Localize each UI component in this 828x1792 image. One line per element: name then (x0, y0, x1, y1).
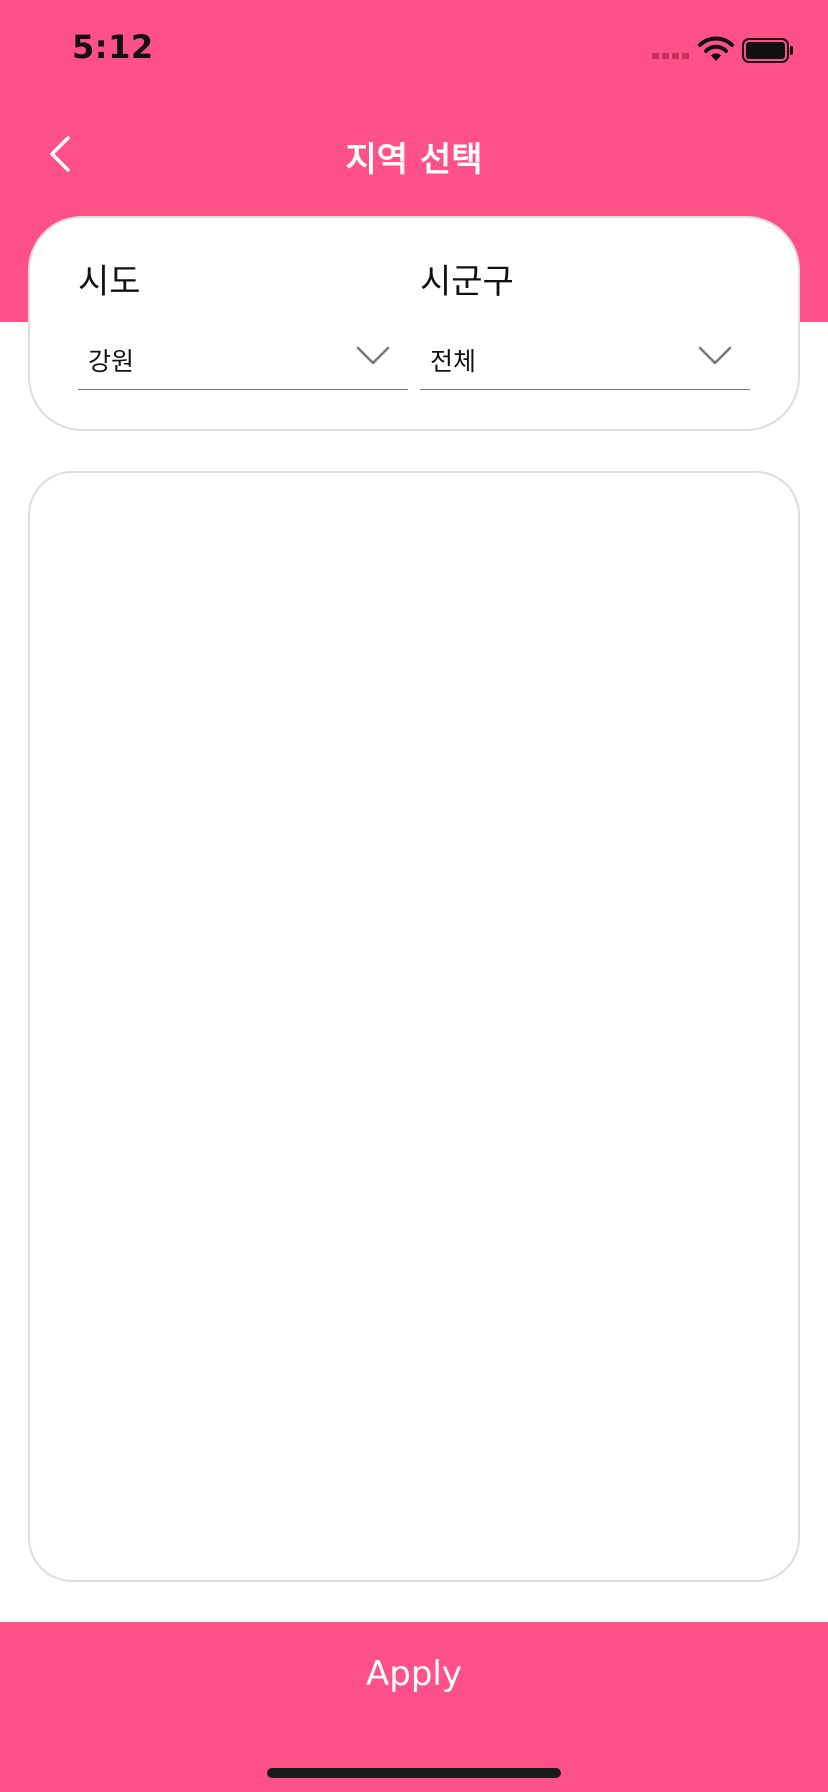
sigungu-label: 시군구 (420, 262, 514, 302)
sido-selected-value: 강원 (88, 347, 135, 376)
sigungu-dropdown[interactable]: 전체 (420, 328, 750, 390)
cellular-signal-icon (652, 53, 689, 59)
region-list-card[interactable] (28, 471, 800, 1582)
sido-label: 시도 (78, 262, 141, 302)
apply-label: Apply (366, 1654, 462, 1694)
chevron-down-icon (698, 346, 732, 365)
sido-dropdown[interactable]: 강원 (78, 328, 408, 390)
home-indicator (267, 1768, 561, 1778)
page-title: 지역 선택 (345, 140, 483, 180)
sigungu-column: 시군구 전체 (420, 218, 750, 429)
sigungu-selected-value: 전체 (430, 347, 477, 376)
apply-button[interactable]: Apply (0, 1622, 828, 1792)
status-time: 5:12 (72, 28, 154, 66)
battery-icon (742, 38, 793, 63)
region-select-card: 시도 강원 시군구 전체 (28, 216, 800, 431)
chevron-down-icon (356, 346, 390, 365)
screen: 5:12 지역 선택 시도 강원 시군구 전체 Apply (0, 0, 828, 1792)
sido-column: 시도 강원 (78, 218, 408, 429)
wifi-icon (698, 36, 734, 61)
